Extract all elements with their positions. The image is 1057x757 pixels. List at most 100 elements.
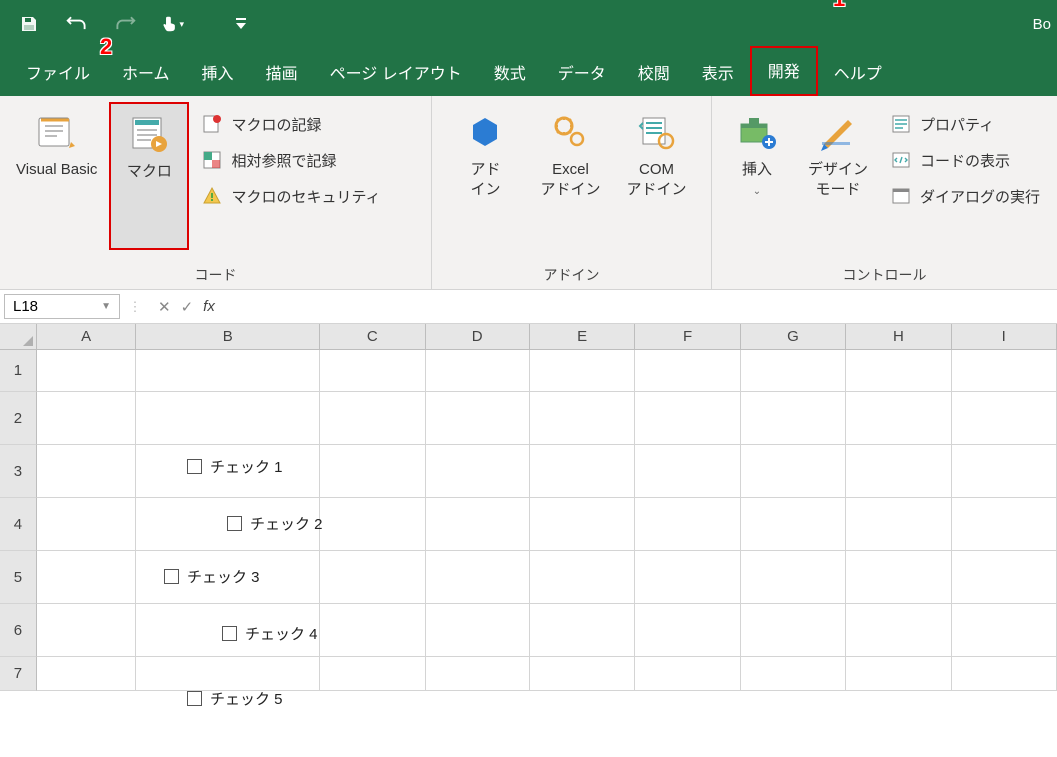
formula-bar-options-icon[interactable]: ⋮	[124, 290, 146, 323]
insert-controls-button[interactable]: 挿入⌄	[722, 102, 792, 207]
select-all-corner[interactable]	[0, 324, 37, 350]
tab-page-layout[interactable]: ページ レイアウト	[314, 50, 478, 96]
properties-button[interactable]: プロパティ	[884, 110, 1046, 138]
cell[interactable]	[635, 551, 740, 604]
tab-file[interactable]: ファイル	[10, 50, 106, 96]
cell[interactable]	[320, 498, 425, 551]
run-dialog-button[interactable]: ダイアログの実行	[884, 182, 1046, 210]
insert-function-icon[interactable]: fx	[203, 298, 215, 315]
tab-draw[interactable]: 描画	[250, 50, 314, 96]
tab-insert[interactable]: 挿入	[186, 50, 250, 96]
enter-formula-icon[interactable]: ✓	[181, 298, 194, 316]
record-macro-button[interactable]: マクロの記録	[195, 110, 386, 138]
formula-input[interactable]	[227, 290, 1057, 323]
cell[interactable]	[741, 350, 846, 392]
cell[interactable]	[426, 657, 530, 691]
row-header[interactable]: 2	[0, 392, 37, 445]
tab-data[interactable]: データ	[542, 50, 622, 96]
cell[interactable]	[952, 350, 1057, 392]
cell[interactable]	[741, 392, 846, 445]
col-header[interactable]: E	[530, 324, 635, 350]
checkbox-icon[interactable]	[187, 691, 202, 706]
name-box-dropdown-icon[interactable]: ▼	[101, 301, 111, 312]
cell[interactable]	[136, 350, 320, 392]
cell[interactable]	[741, 551, 846, 604]
cell[interactable]	[846, 551, 951, 604]
form-checkbox[interactable]: チェック 4	[222, 623, 318, 644]
cell[interactable]	[530, 604, 635, 657]
touch-mode-icon[interactable]: ▾	[162, 13, 184, 35]
cell[interactable]	[952, 604, 1057, 657]
col-header[interactable]: I	[952, 324, 1057, 350]
undo-icon[interactable]	[66, 13, 88, 35]
macro-security-button[interactable]: マクロのセキュリティ	[195, 182, 386, 210]
cell[interactable]	[37, 551, 137, 604]
design-mode-button[interactable]: デザイン モード	[802, 102, 874, 207]
cell[interactable]	[952, 498, 1057, 551]
tab-home[interactable]: ホーム	[106, 50, 186, 96]
cell[interactable]	[952, 445, 1057, 498]
row-header[interactable]: 1	[0, 350, 37, 392]
cell[interactable]	[741, 604, 846, 657]
col-header[interactable]: A	[37, 324, 137, 350]
cell[interactable]	[952, 657, 1057, 691]
cell[interactable]	[530, 657, 635, 691]
tab-help[interactable]: ヘルプ	[818, 50, 898, 96]
addins-button[interactable]: アド イン	[450, 102, 520, 207]
cell[interactable]	[320, 445, 425, 498]
cell[interactable]	[37, 445, 137, 498]
cell[interactable]	[320, 392, 425, 445]
cell[interactable]	[530, 551, 635, 604]
col-header[interactable]: D	[426, 324, 530, 350]
row-header[interactable]: 3	[0, 445, 37, 498]
macros-button[interactable]: マクロ	[109, 102, 189, 250]
col-header[interactable]: H	[846, 324, 951, 350]
redo-icon[interactable]	[114, 13, 136, 35]
cell[interactable]	[37, 350, 137, 392]
cell[interactable]	[846, 657, 951, 691]
view-code-button[interactable]: コードの表示	[884, 146, 1046, 174]
cell[interactable]	[846, 392, 951, 445]
cell[interactable]	[426, 498, 530, 551]
cell[interactable]	[635, 350, 740, 392]
form-checkbox[interactable]: チェック 2	[227, 513, 323, 534]
col-header[interactable]: C	[320, 324, 425, 350]
cell[interactable]	[635, 657, 740, 691]
cancel-formula-icon[interactable]: ✕	[158, 298, 171, 316]
cell[interactable]	[37, 604, 137, 657]
row-header[interactable]: 6	[0, 604, 37, 657]
form-checkbox[interactable]: チェック 1	[187, 456, 283, 477]
col-header[interactable]: F	[635, 324, 740, 350]
tab-view[interactable]: 表示	[686, 50, 750, 96]
cell[interactable]	[846, 604, 951, 657]
cell[interactable]	[320, 657, 425, 691]
checkbox-icon[interactable]	[187, 459, 202, 474]
cell[interactable]	[37, 657, 137, 691]
visual-basic-button[interactable]: Visual Basic	[10, 102, 103, 186]
cell[interactable]	[426, 551, 530, 604]
form-checkbox[interactable]: チェック 3	[164, 566, 260, 587]
save-icon[interactable]	[18, 13, 40, 35]
tab-formulas[interactable]: 数式	[478, 50, 542, 96]
cell[interactable]	[741, 657, 846, 691]
name-box[interactable]: L18 ▼	[4, 294, 120, 319]
cell[interactable]	[635, 445, 740, 498]
tab-review[interactable]: 校閲	[622, 50, 686, 96]
cell[interactable]	[426, 604, 530, 657]
cell[interactable]	[635, 604, 740, 657]
checkbox-icon[interactable]	[227, 516, 242, 531]
cell[interactable]	[635, 498, 740, 551]
cell[interactable]	[635, 392, 740, 445]
cell[interactable]	[136, 657, 320, 691]
cell[interactable]	[530, 392, 635, 445]
cell[interactable]	[426, 350, 530, 392]
com-addins-button[interactable]: COM アドイン	[621, 102, 693, 207]
cell[interactable]	[530, 445, 635, 498]
excel-addins-button[interactable]: Excel アドイン	[534, 102, 606, 207]
cell[interactable]	[426, 445, 530, 498]
row-header[interactable]: 5	[0, 551, 37, 604]
qat-customize-icon[interactable]	[230, 13, 252, 35]
cell[interactable]	[530, 350, 635, 392]
col-header[interactable]: G	[741, 324, 846, 350]
cell[interactable]	[952, 392, 1057, 445]
